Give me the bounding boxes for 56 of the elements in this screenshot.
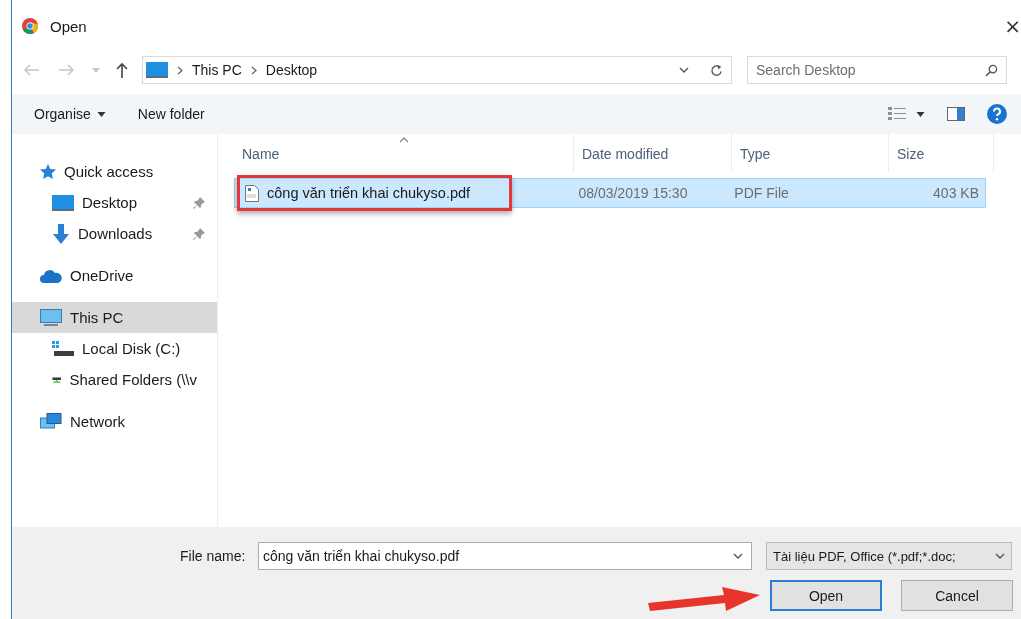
organise-button[interactable]: Organise	[34, 106, 91, 122]
dialog-button[interactable]: Cancel	[901, 580, 1013, 611]
network-icon	[40, 412, 62, 431]
nav-item[interactable]: Downloads	[12, 218, 217, 249]
nav-item[interactable]: Desktop	[12, 187, 217, 218]
nav-item[interactable]: Network	[12, 406, 217, 437]
dropdown-chevron-icon	[995, 553, 1005, 559]
nav-item[interactable]: Shared Folders (\\v	[12, 364, 217, 395]
file-type-dropdown[interactable]: Tài liệu PDF, Office (*.pdf;*.doc;	[766, 542, 1012, 570]
nav-item[interactable]: This PC	[12, 302, 217, 333]
table-cell: 403 KB	[933, 185, 979, 201]
nav-item[interactable]: Quick access	[12, 156, 217, 187]
browser-logo-icon	[22, 18, 38, 34]
column-header[interactable]: Name	[234, 134, 574, 172]
table-cell: 08/03/2019 15:30	[578, 185, 688, 201]
computer-icon	[40, 308, 62, 327]
search-icon	[985, 63, 998, 77]
sort-caret-icon	[398, 137, 409, 143]
file-row[interactable]: công văn triển khai chukyso.pdf 08/03/2019 15:30 PDF File 403 KB	[234, 178, 986, 208]
caret-icon[interactable]	[916, 111, 925, 117]
column-header[interactable]: Type	[732, 134, 889, 172]
star-icon	[40, 163, 56, 180]
cloud-icon	[40, 268, 62, 283]
help-icon[interactable]	[987, 104, 1007, 124]
monitor-icon	[52, 194, 74, 211]
file-name: công văn triển khai chukyso.pdf	[267, 185, 471, 201]
download-arrow-icon	[52, 223, 70, 244]
caret-icon	[96, 111, 106, 117]
dialog-button[interactable]: Open	[770, 580, 882, 611]
breadcrumb-item[interactable]: This PC	[192, 62, 242, 78]
column-header[interactable]: Date modified	[574, 134, 732, 172]
new-folder-button[interactable]: New folder	[137, 106, 205, 122]
close-button[interactable]: ×	[1004, 14, 1021, 38]
view-options-icon[interactable]	[888, 107, 906, 121]
refresh-icon[interactable]	[710, 63, 723, 77]
address-bar[interactable]: This PC Desktop	[142, 56, 732, 84]
breadcrumb-item[interactable]: Desktop	[265, 62, 318, 78]
dropdown-chevron-icon	[733, 553, 743, 559]
up-arrow-icon[interactable]	[116, 62, 128, 78]
dropdown-chevron-icon[interactable]	[679, 67, 689, 73]
table-cell: PDF File	[734, 185, 789, 201]
monitor-icon	[146, 62, 168, 78]
nav-item[interactable]: Local Disk (C:)	[12, 333, 217, 364]
field-label: File name:	[180, 548, 247, 564]
pin-icon[interactable]	[193, 227, 205, 240]
drive-icon	[52, 340, 74, 357]
preview-pane-icon[interactable]	[947, 107, 965, 121]
search-field[interactable]: Search Desktop	[747, 56, 1007, 84]
file-name-field[interactable]: công văn triển khai chukyso.pdf	[258, 542, 752, 570]
pdf-file-icon	[245, 184, 259, 202]
column-header[interactable]: Size	[889, 134, 994, 172]
nav-item[interactable]: OneDrive	[12, 260, 217, 291]
chevron-icon	[177, 65, 183, 75]
window-title: Open	[50, 17, 87, 35]
chevron-icon	[250, 65, 257, 75]
pin-icon[interactable]	[193, 196, 205, 209]
